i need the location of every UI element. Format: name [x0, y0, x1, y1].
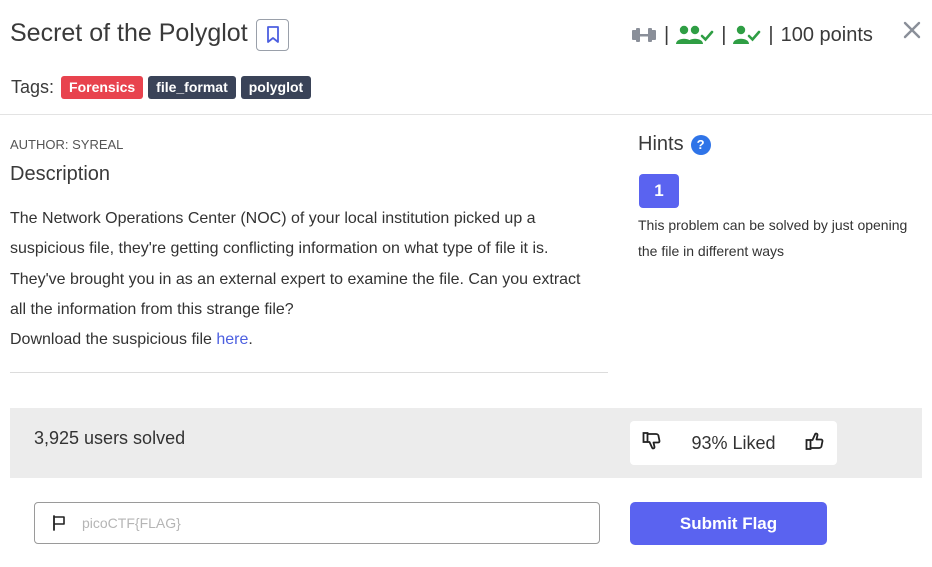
flag-input[interactable]	[82, 515, 562, 531]
flag-field[interactable]	[34, 502, 600, 544]
thumbs-down-icon	[642, 431, 661, 449]
bookmark-icon	[266, 26, 279, 43]
users-check-icon	[676, 24, 714, 46]
dumbbell-icon	[631, 26, 657, 44]
header-divider	[0, 114, 932, 115]
submit-flag-button[interactable]: Submit Flag	[630, 502, 827, 545]
like-button[interactable]	[805, 431, 825, 456]
flag-icon	[52, 515, 66, 531]
description-divider	[10, 372, 608, 373]
bookmark-button[interactable]	[256, 19, 289, 51]
description-body: The Network Operations Center (NOC) of y…	[10, 204, 600, 355]
tags-label: Tags:	[11, 77, 55, 97]
description-text: The Network Operations Center (NOC) of y…	[10, 210, 581, 318]
liked-percent: 93% Liked	[691, 432, 776, 453]
tag-forensics[interactable]: Forensics	[61, 76, 144, 99]
thumbs-up-icon	[805, 432, 824, 450]
challenge-meta: | | | 100 points	[631, 20, 873, 50]
meta-separator: |	[721, 23, 727, 46]
tag-polyglot[interactable]: polyglot	[240, 76, 312, 99]
hints-heading: Hints ?	[638, 133, 711, 156]
meta-separator: |	[768, 23, 774, 46]
meta-separator: |	[664, 23, 670, 46]
close-button[interactable]	[902, 20, 922, 40]
page-title: Secret of the Polyglot	[10, 19, 248, 47]
help-icon[interactable]: ?	[690, 134, 711, 155]
user-check-icon	[733, 24, 761, 46]
points-value: 100 points	[780, 23, 873, 46]
users-solved: 3,925 users solved	[34, 428, 186, 448]
close-icon	[903, 21, 921, 39]
dislike-button[interactable]	[642, 431, 662, 456]
tag-file-format[interactable]: file_format	[148, 76, 236, 99]
author-label: AUTHOR: SYREAL	[10, 137, 124, 152]
download-prefix: Download the suspicious file	[10, 331, 217, 349]
download-suffix: .	[248, 331, 253, 349]
download-link[interactable]: here	[216, 331, 248, 348]
hint-1-text: This problem can be solved by just openi…	[638, 217, 908, 259]
tags-row: Tags: Forensics file_format polyglot	[11, 76, 316, 99]
description-heading: Description	[10, 163, 111, 185]
hint-1-button[interactable]: 1	[639, 174, 679, 208]
hints-heading-label: Hints	[638, 133, 684, 155]
like-box: 93% Liked	[630, 421, 837, 465]
